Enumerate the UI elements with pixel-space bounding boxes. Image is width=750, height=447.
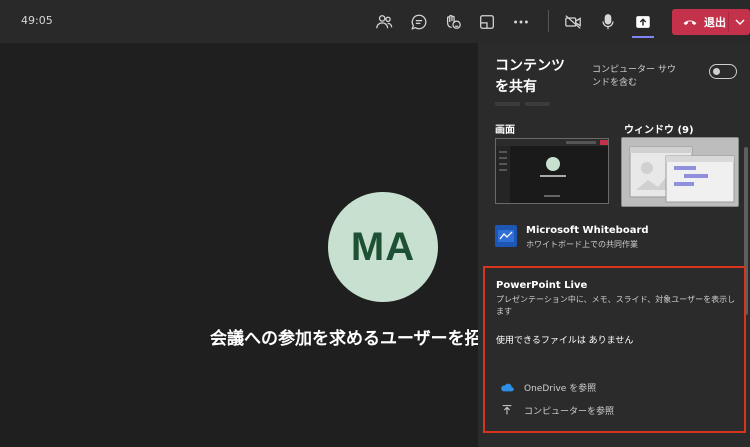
computer-link-label: コンピューターを参照 <box>524 406 615 417</box>
browse-computer-link[interactable]: コンピューターを参照 <box>500 403 614 417</box>
onedrive-link-label: OneDrive を参照 <box>524 383 597 394</box>
powerpoint-live-section: PowerPoint Live プレゼンテーション中に、メモ、スライド、対象ユー… <box>483 266 746 433</box>
whiteboard-title: Microsoft Whiteboard <box>526 225 649 236</box>
share-content-panel: コンテンツを共有 コンピューター サウンドを含む 画面 ウィンドウ (9) Mi… <box>478 43 750 447</box>
screen-preview-image <box>496 139 608 203</box>
reactions-icon[interactable] <box>442 11 464 33</box>
whiteboard-option[interactable]: Microsoft Whiteboard ホワイトボード上での共同作業 <box>495 223 740 251</box>
panel-title: コンテンツを共有 <box>495 58 565 95</box>
invite-prompt: 会議への参加を求めるユーザーを招 <box>210 329 478 349</box>
screen-thumbnail[interactable] <box>495 138 609 204</box>
hangup-icon <box>683 20 697 25</box>
meeting-stage: MA 会議への参加を求めるユーザーを招 <box>0 43 478 447</box>
share-icon[interactable] <box>632 11 654 33</box>
chevron-down-icon[interactable] <box>732 14 748 30</box>
leave-main-button[interactable]: 退出 <box>672 9 726 35</box>
whiteboard-subtitle: ホワイトボード上での共同作業 <box>526 240 638 249</box>
computer-sound-label: コンピューター サウンドを含む <box>592 65 676 88</box>
more-icon[interactable] <box>510 11 532 33</box>
window-section-label: ウィンドウ (9) <box>624 125 694 136</box>
chat-icon[interactable] <box>408 11 430 33</box>
camera-off-icon[interactable] <box>562 11 584 33</box>
rooms-icon[interactable] <box>476 11 498 33</box>
layout-option[interactable] <box>495 102 520 106</box>
upload-icon <box>502 405 512 415</box>
toggle-knob <box>713 68 720 75</box>
people-icon[interactable] <box>373 11 395 33</box>
leave-button[interactable]: 退出 <box>672 9 750 35</box>
onedrive-cloud-icon <box>501 383 514 392</box>
toolbar-separator <box>548 10 549 32</box>
meeting-toolbar: 49:05 退出 <box>0 0 750 43</box>
window-thumbnail[interactable] <box>621 137 739 207</box>
meeting-timer: 49:05 <box>21 14 53 27</box>
window-preview-image <box>622 138 738 206</box>
powerpoint-live-title: PowerPoint Live <box>496 280 588 291</box>
powerpoint-live-description: プレゼンテーション中に、メモ、スライド、対象ユーザーを表示します <box>496 295 736 316</box>
leave-label: 退出 <box>704 16 726 29</box>
leave-split-divider <box>728 12 729 32</box>
screen-section-label: 画面 <box>495 125 515 136</box>
whiteboard-icon <box>495 225 517 247</box>
avatar: MA <box>328 192 438 302</box>
layout-option[interactable] <box>525 102 550 106</box>
computer-sound-toggle[interactable] <box>709 64 737 79</box>
browse-onedrive-link[interactable]: OneDrive を参照 <box>500 380 596 394</box>
mic-icon[interactable] <box>597 11 619 33</box>
no-files-message: 使用できるファイルは ありません <box>496 336 634 346</box>
share-active-indicator <box>632 36 654 38</box>
